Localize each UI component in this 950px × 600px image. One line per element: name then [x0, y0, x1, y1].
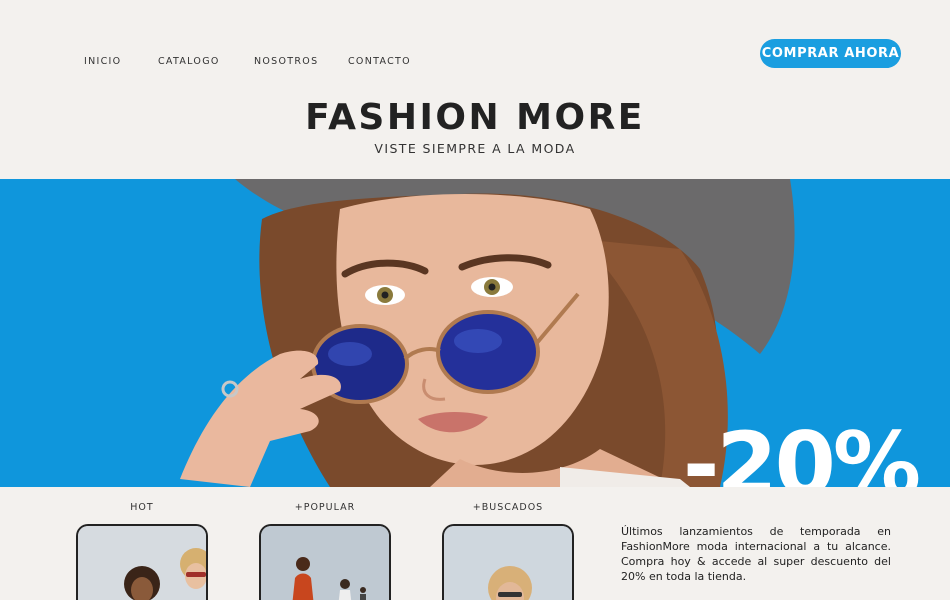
card-label: +BUSCADOS — [472, 502, 544, 513]
nav-nosotros[interactable]: NOSOTROS — [254, 56, 348, 67]
card-image — [76, 524, 208, 600]
hero-banner: -20% — [0, 179, 950, 487]
nav-catalogo[interactable]: CATALOGO — [158, 56, 254, 67]
card-image — [259, 524, 391, 600]
card-image — [442, 524, 574, 600]
card-popular[interactable]: +POPULAR — [259, 502, 391, 600]
promo-description: Últimos lanzamientos de temporada en Fas… — [621, 525, 891, 583]
brand-title: FASHION MORE — [305, 97, 645, 138]
discount-badge: -20% — [682, 413, 921, 488]
card-most-searched[interactable]: +BUSCADOS — [442, 502, 574, 600]
nav-contacto[interactable]: CONTACTO — [348, 56, 428, 67]
card-label: +POPULAR — [294, 502, 356, 513]
brand-tagline: VISTE SIEMPRE A LA MODA — [374, 141, 576, 156]
main-nav: INICIO CATALOGO NOSOTROS CONTACTO — [84, 56, 428, 67]
card-hot[interactable]: HOT — [76, 502, 208, 600]
nav-inicio[interactable]: INICIO — [84, 56, 158, 67]
card-label: HOT — [130, 502, 154, 513]
brand-header: FASHION MORE VISTE SIEMPRE A LA MODA — [0, 96, 950, 156]
buy-now-button[interactable]: COMPRAR AHORA — [760, 39, 901, 68]
